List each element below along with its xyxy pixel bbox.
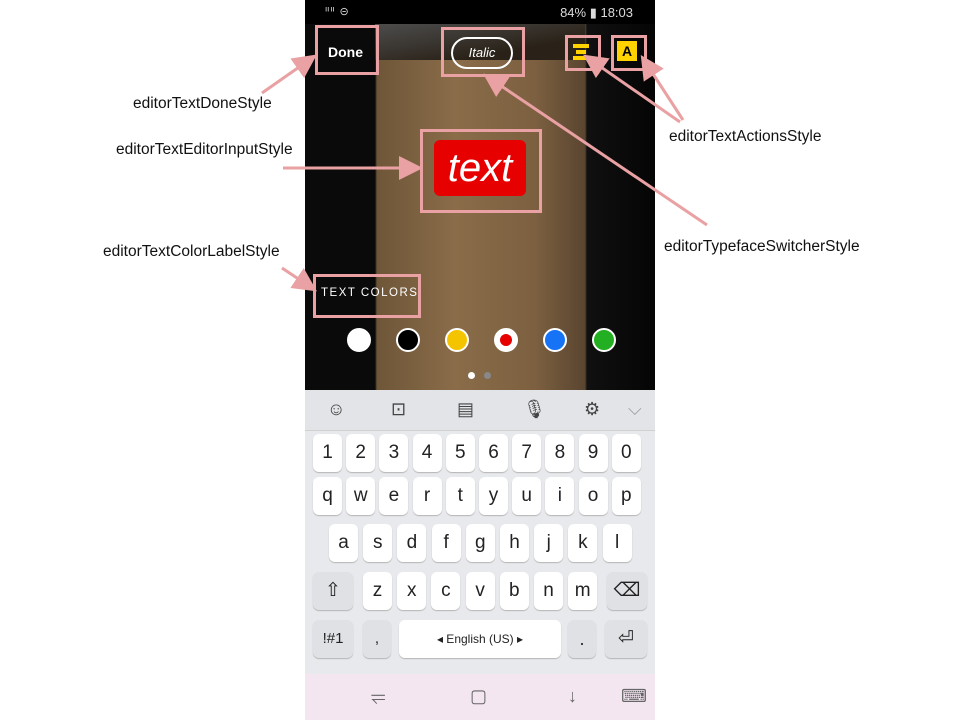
- recent-apps-icon[interactable]: ⥫: [371, 686, 385, 707]
- key-letter[interactable]: t: [445, 477, 475, 515]
- key-letter[interactable]: q: [313, 477, 342, 515]
- key-number[interactable]: 1: [313, 434, 342, 472]
- key-letter[interactable]: m: [568, 572, 598, 610]
- key-letter[interactable]: b: [499, 572, 529, 610]
- key-letter[interactable]: r: [412, 477, 442, 515]
- key-letter[interactable]: j: [534, 524, 564, 562]
- collapse-icon[interactable]: ⌵: [628, 399, 642, 420]
- key-number[interactable]: 4: [412, 434, 442, 472]
- color-swatch[interactable]: [592, 328, 616, 352]
- color-swatch[interactable]: [494, 328, 518, 352]
- mic-icon[interactable]: 🎙︎: [523, 399, 546, 420]
- color-swatch[interactable]: [396, 328, 420, 352]
- key-number[interactable]: 8: [545, 434, 575, 472]
- highlight-text-input: [420, 129, 542, 213]
- highlight-align: [565, 35, 601, 71]
- key-number[interactable]: 6: [479, 434, 508, 472]
- home-icon[interactable]: ▢: [470, 686, 487, 707]
- annotation-done: editorTextDoneStyle: [133, 95, 272, 112]
- key-letter[interactable]: s: [363, 524, 393, 562]
- shift-key[interactable]: ⇧: [313, 572, 353, 610]
- status-icons-left: ᐦᐦ ⊝: [325, 6, 350, 18]
- key-letter[interactable]: c: [431, 572, 461, 610]
- key-letter[interactable]: n: [534, 572, 563, 610]
- key-number[interactable]: 9: [578, 434, 608, 472]
- color-swatch[interactable]: [445, 328, 469, 352]
- key-number[interactable]: 2: [346, 434, 376, 472]
- key-letter[interactable]: f: [431, 524, 461, 562]
- annotation-input: editorTextEditorInputStyle: [116, 141, 293, 158]
- key-letter[interactable]: k: [568, 524, 598, 562]
- annotation-actions: editorTextActionsStyle: [669, 128, 822, 145]
- comma-key[interactable]: ,: [363, 620, 391, 658]
- page-dot-active: [468, 372, 475, 379]
- settings-icon[interactable]: ⚙: [584, 399, 600, 420]
- enter-key[interactable]: ⏎: [605, 620, 647, 658]
- key-letter[interactable]: h: [500, 524, 529, 562]
- highlight-typeface: [441, 27, 525, 77]
- highlight-done: [315, 25, 379, 75]
- key-letter[interactable]: v: [465, 572, 495, 610]
- key-letter[interactable]: e: [379, 477, 409, 515]
- sticker-icon[interactable]: ⊡: [391, 399, 406, 420]
- status-bar: ᐦᐦ ⊝ 84% ▮ 18:03: [305, 0, 655, 24]
- key-number[interactable]: 3: [379, 434, 409, 472]
- key-letter[interactable]: g: [465, 524, 495, 562]
- key-letter[interactable]: y: [479, 477, 508, 515]
- backspace-key[interactable]: ⌫: [607, 572, 647, 610]
- emoji-icon[interactable]: ☺: [327, 399, 345, 420]
- key-letter[interactable]: w: [346, 477, 376, 515]
- key-letter[interactable]: z: [363, 572, 392, 610]
- status-battery-time: 84% ▮ 18:03: [560, 5, 633, 20]
- space-key[interactable]: ◂ English (US) ▸: [399, 620, 561, 658]
- highlight-font-bg: [611, 35, 647, 71]
- keyboard-switch-icon[interactable]: ⌨: [621, 686, 647, 707]
- back-icon[interactable]: ↓: [568, 686, 577, 707]
- page-indicator: [468, 366, 496, 384]
- symbols-key[interactable]: !#1: [313, 620, 353, 658]
- key-letter[interactable]: x: [397, 572, 427, 610]
- key-number[interactable]: 7: [512, 434, 542, 472]
- key-letter[interactable]: a: [329, 524, 358, 562]
- annotation-color-label: editorTextColorLabelStyle: [103, 243, 280, 260]
- keyboard: ☺ ⊡ ▤ 🎙︎ ⚙ ⌵ 1234567890 qwertyuiop asdfghj…: [305, 390, 655, 674]
- key-letter[interactable]: u: [512, 477, 542, 515]
- keyboard-toolbar: ☺ ⊡ ▤ 🎙︎ ⚙ ⌵: [305, 390, 655, 431]
- period-key[interactable]: .: [568, 620, 596, 658]
- selected-swatch-indicator: [500, 334, 512, 346]
- annotation-typeface: editorTypefaceSwitcherStyle: [664, 238, 860, 255]
- key-number[interactable]: 0: [611, 434, 641, 472]
- key-number[interactable]: 5: [445, 434, 475, 472]
- key-letter[interactable]: d: [397, 524, 427, 562]
- phone-screen: ᐦᐦ ⊝ 84% ▮ 18:03 Done Italic A text TEXT…: [305, 0, 655, 720]
- key-letter[interactable]: p: [611, 477, 641, 515]
- key-letter[interactable]: l: [602, 524, 632, 562]
- key-letter[interactable]: i: [545, 477, 575, 515]
- key-letter[interactable]: o: [578, 477, 608, 515]
- clipboard-icon[interactable]: ▤: [457, 399, 474, 420]
- navigation-bar: ⥫ ▢ ↓ ⌨: [305, 674, 655, 720]
- color-swatch[interactable]: [347, 328, 371, 352]
- highlight-color-label: [313, 274, 421, 318]
- page-dot: [484, 372, 492, 379]
- color-swatch[interactable]: [543, 328, 567, 352]
